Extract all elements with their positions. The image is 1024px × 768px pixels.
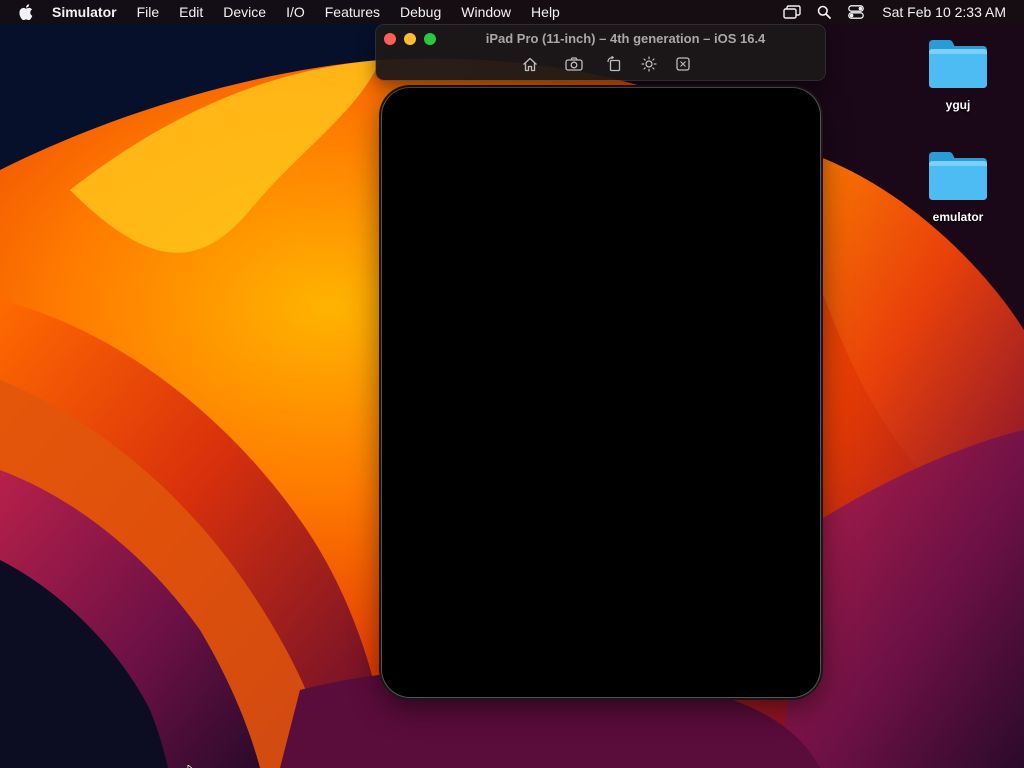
- control-center-icon[interactable]: [846, 3, 866, 21]
- folder-icon: [927, 38, 989, 90]
- menu-bar-clock[interactable]: Sat Feb 10 2:33 AM: [882, 4, 1006, 20]
- menu-bar: Simulator File Edit Device I/O Features …: [0, 0, 1024, 24]
- menu-device[interactable]: Device: [213, 0, 276, 24]
- screenshot-icon[interactable]: [565, 55, 583, 73]
- desktop-folder-label: emulator: [932, 210, 984, 224]
- mouse-cursor-icon: [187, 760, 197, 768]
- desktop-folder-emulator[interactable]: emulator: [918, 150, 998, 224]
- desktop-folder-yguj[interactable]: yguj: [918, 38, 998, 112]
- window-zoom-button[interactable]: [424, 33, 436, 45]
- menu-bar-status-area: Sat Feb 10 2:33 AM: [776, 0, 1024, 24]
- menu-features[interactable]: Features: [315, 0, 390, 24]
- menu-edit[interactable]: Edit: [169, 0, 213, 24]
- menu-debug[interactable]: Debug: [390, 0, 451, 24]
- folder-icon: [927, 150, 989, 202]
- simulator-window-title: iPad Pro (11-inch) – 4th generation – iO…: [485, 31, 766, 46]
- rotate-icon[interactable]: [605, 55, 623, 73]
- menu-file[interactable]: File: [127, 0, 170, 24]
- menu-io[interactable]: I/O: [276, 0, 315, 24]
- menu-help[interactable]: Help: [521, 0, 570, 24]
- window-minimize-button[interactable]: [404, 33, 416, 45]
- menu-window[interactable]: Window: [451, 0, 521, 24]
- menu-app-simulator[interactable]: Simulator: [52, 0, 127, 24]
- desktop-folder-label: yguj: [945, 98, 971, 112]
- appearance-icon[interactable]: [640, 55, 658, 73]
- ipad-volume-up-button[interactable]: [820, 140, 823, 164]
- ipad-volume-down-button[interactable]: [820, 168, 823, 192]
- home-icon[interactable]: [521, 55, 539, 73]
- simulator-window-toolbar: iPad Pro (11-inch) – 4th generation – iO…: [376, 25, 825, 80]
- ipad-screen[interactable]: [388, 94, 814, 691]
- keyboard-icon[interactable]: [674, 55, 692, 73]
- apple-logo-icon[interactable]: [18, 4, 34, 20]
- search-icon[interactable]: [814, 3, 834, 21]
- window-close-button[interactable]: [384, 33, 396, 45]
- ipad-device-frame: [382, 88, 820, 697]
- screen-mirroring-icon[interactable]: [782, 3, 802, 21]
- simulator-toolbar-buttons: [376, 55, 825, 73]
